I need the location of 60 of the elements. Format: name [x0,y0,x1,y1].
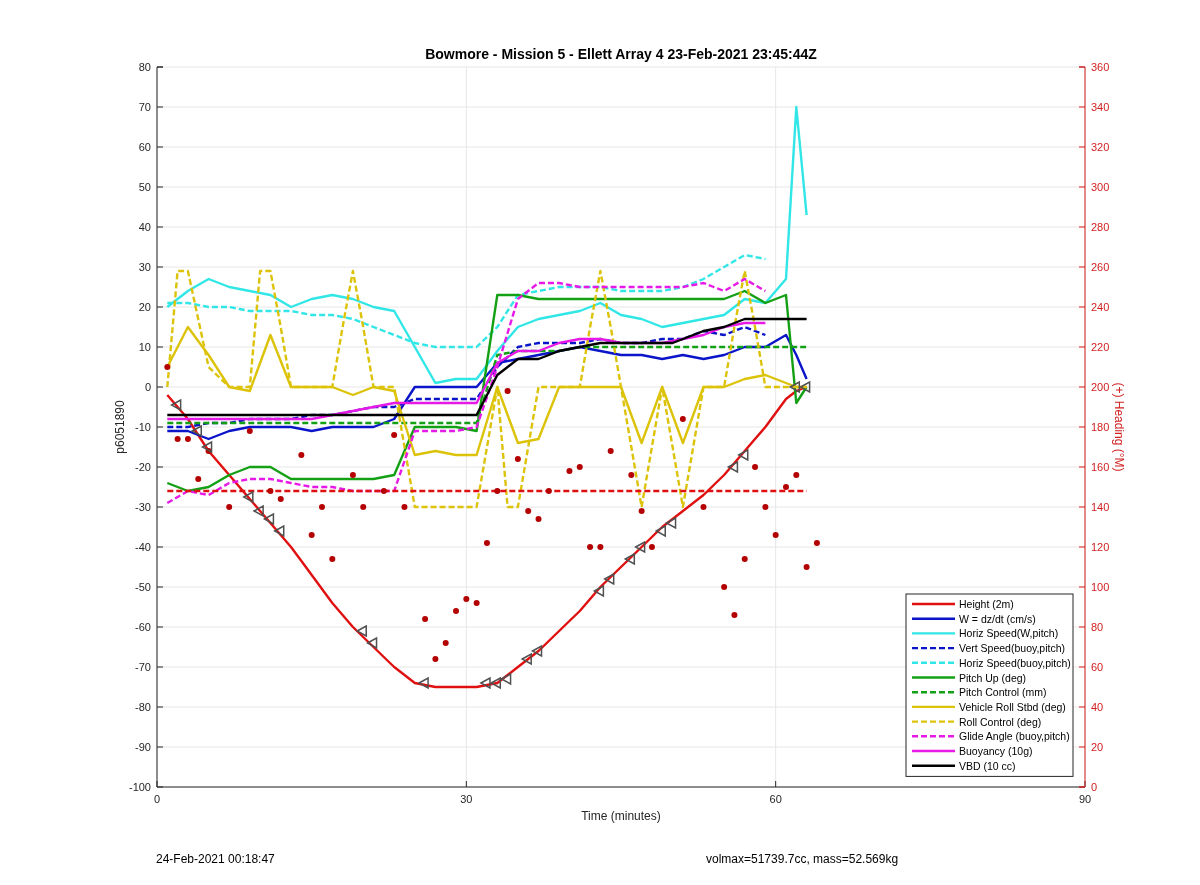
tick-label: 120 [1091,541,1110,553]
tick-label: 60 [1091,661,1104,673]
tick-label: 300 [1091,181,1110,193]
tick-label: 30 [460,793,473,805]
tick-label: 80 [1091,621,1104,633]
tick-label: 180 [1091,421,1110,433]
tick-label: 60 [769,793,782,805]
tick-label: -70 [135,661,151,673]
legend-label: Horiz Speed(buoy,pitch) [959,656,1071,669]
tick-label: 260 [1091,261,1110,273]
tick-label: 40 [138,221,151,233]
legend-label: Vert Speed(buoy,pitch) [959,642,1066,655]
tick-label: 280 [1091,221,1110,233]
tick-label: 90 [1078,793,1092,805]
chart-title: Bowmore - Mission 5 - Ellett Array 4 23-Feb-2021 23:45:44Z [425,46,817,62]
tick-label: 20 [138,301,151,313]
tick-label: -80 [135,701,151,713]
info-text: volmax=51739.7cc, mass=52.569kg [706,852,899,866]
tick-label: 0 [1091,781,1098,793]
tick-label: -10 [135,421,151,433]
tick-label: -100 [128,781,151,793]
tick-label: 0 [144,381,151,393]
timestamp-text: 24-Feb-2021 00:18:47 [156,852,275,866]
tick-label: 30 [138,261,151,273]
axis-label: (+) Heading (°M) [1112,382,1126,472]
legend-label: VBD (10 cc) [959,759,1016,772]
tick-label: 0 [153,793,161,805]
legend-label: Buoyancy (10g) [959,745,1033,757]
tick-label: 100 [1091,581,1110,593]
legend-label: Pitch Control (mm) [959,686,1047,699]
legend-label: Horiz Speed(W,pitch) [959,627,1059,640]
tick-label: -90 [135,741,151,753]
tick-label: -30 [135,501,151,513]
tick-label: 10 [138,341,151,353]
legend-label: W = dz/dt (cm/s) [959,612,1036,625]
tick-label: 60 [138,141,151,153]
tick-label: 140 [1091,501,1110,513]
tick-label: 200 [1091,381,1110,393]
tick-label: -60 [135,621,151,633]
tick-label: 240 [1091,301,1110,313]
tick-label: -20 [135,461,151,473]
tick-label: 320 [1091,141,1110,153]
tick-label: 40 [1091,701,1104,713]
tick-label: -40 [135,541,151,553]
tick-label: -50 [135,581,151,593]
axis-label: Time (minutes) [581,809,661,823]
tick-label: 70 [138,101,151,113]
legend-label: Vehicle Roll Stbd (deg) [959,700,1066,713]
tick-label: 160 [1091,461,1110,473]
legend-label: Pitch Up (deg) [959,671,1027,684]
tick-label: 220 [1091,341,1110,353]
tick-label: 340 [1091,101,1110,113]
tick-label: 20 [1091,741,1104,753]
axis-label: p6051890 [113,400,127,454]
tick-label: 80 [138,61,151,73]
legend-label: Roll Control (deg) [959,715,1042,728]
tick-label: 50 [138,181,151,193]
tick-label: 360 [1091,61,1110,73]
legend-label: Glide Angle (buoy,pitch) [959,730,1070,743]
legend-label: Height (2m) [959,598,1014,610]
